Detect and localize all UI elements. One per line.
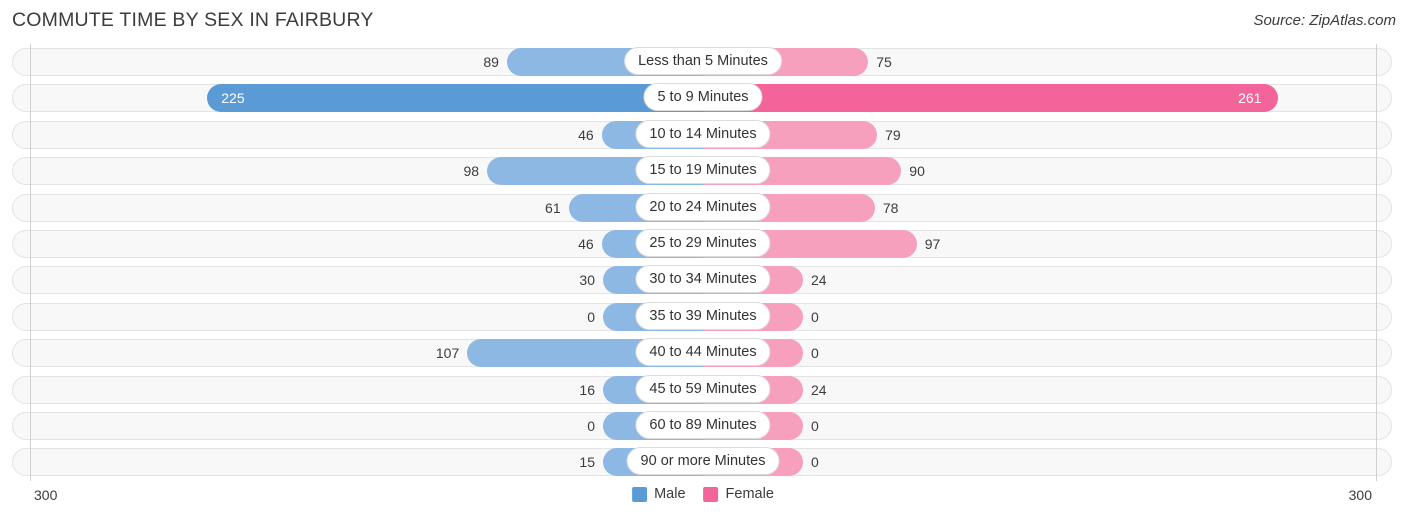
table-row: 30 24 30 to 34 Minutes	[0, 262, 1406, 298]
bar-value-male: 16	[579, 381, 595, 398]
bar-value-male: 46	[578, 235, 594, 252]
category-label: 5 to 9 Minutes	[643, 83, 763, 112]
bar-value-male: 0	[587, 308, 595, 325]
table-row: 98 90 15 to 19 Minutes	[0, 153, 1406, 189]
table-row: 225 261 5 to 9 Minutes	[0, 80, 1406, 116]
legend-swatch-male-icon	[632, 486, 648, 502]
chart-plot-area: 89 75 Less than 5 Minutes 225 261 5 to 9 Minu…	[0, 44, 1406, 481]
category-label: 20 to 24 Minutes	[635, 192, 771, 221]
category-label: 10 to 14 Minutes	[635, 119, 771, 148]
table-row: 107 0 40 to 44 Minutes	[0, 335, 1406, 371]
bar-value-female: 0	[811, 454, 819, 471]
bar-value-female: 79	[885, 126, 901, 143]
bar-value-female: 0	[811, 345, 819, 362]
chart-footer: 300 Male Female 300	[0, 481, 1406, 523]
table-row: 16 24 45 to 59 Minutes	[0, 372, 1406, 408]
bar-value-female: 24	[811, 381, 827, 398]
category-label: 45 to 59 Minutes	[635, 374, 771, 403]
bar-female[interactable]	[703, 84, 1279, 113]
category-label: 15 to 19 Minutes	[635, 156, 771, 185]
bar-value-female: 0	[811, 417, 819, 434]
bar-value-male: 98	[463, 163, 480, 180]
category-label: Less than 5 Minutes	[624, 47, 782, 75]
bar-value-male: 30	[579, 272, 595, 289]
bar-value-male: 46	[578, 126, 594, 143]
axis-line-left	[30, 44, 31, 481]
bar-value-female: 90	[909, 163, 925, 180]
table-row: 61 78 20 to 24 Minutes	[0, 190, 1406, 226]
legend-label-male: Male	[654, 486, 686, 502]
bar-value-male: 89	[483, 54, 499, 70]
chart-legend: Male Female	[632, 486, 774, 502]
source-attribution: Source: ZipAtlas.com	[1253, 12, 1396, 29]
table-row: 15 0 90 or more Minutes	[0, 444, 1406, 480]
table-row: 89 75 Less than 5 Minutes	[0, 44, 1406, 80]
bar-value-female: 75	[876, 54, 892, 70]
category-label: 25 to 29 Minutes	[635, 228, 771, 257]
bar-value-female: 24	[811, 272, 827, 289]
bar-value-male: 0	[587, 417, 595, 434]
chart-header: COMMUTE TIME BY SEX IN FAIRBURY Source: …	[0, 0, 1406, 44]
legend-label-female: Female	[725, 486, 774, 502]
table-row: 46 79 10 to 14 Minutes	[0, 117, 1406, 153]
bar-value-male: 15	[579, 454, 595, 471]
legend-item-female[interactable]: Female	[703, 486, 774, 502]
axis-label-right: 300	[1348, 487, 1372, 503]
category-label: 90 or more Minutes	[626, 447, 780, 476]
table-row: 0 0 35 to 39 Minutes	[0, 299, 1406, 335]
category-label: 60 to 89 Minutes	[635, 410, 771, 439]
axis-label-left: 300	[34, 487, 58, 503]
table-row: 0 0 60 to 89 Minutes	[0, 408, 1406, 444]
legend-item-male[interactable]: Male	[632, 486, 686, 502]
legend-swatch-female-icon	[703, 486, 719, 502]
bar-rows-container: 89 75 Less than 5 Minutes 225 261 5 to 9 Minu…	[0, 44, 1406, 481]
table-row: 46 97 25 to 29 Minutes	[0, 226, 1406, 262]
bar-value-female: 261	[1238, 90, 1262, 107]
bar-value-male: 225	[221, 90, 245, 107]
bar-value-female: 0	[811, 308, 819, 325]
page-title: COMMUTE TIME BY SEX IN FAIRBURY	[12, 9, 374, 31]
bar-value-male: 61	[545, 199, 561, 216]
category-label: 40 to 44 Minutes	[635, 338, 771, 367]
category-label: 35 to 39 Minutes	[635, 301, 771, 330]
category-label: 30 to 34 Minutes	[635, 265, 771, 294]
bar-value-male: 107	[435, 345, 460, 362]
bar-value-female: 78	[882, 199, 899, 216]
bar-male[interactable]	[207, 84, 703, 113]
bar-value-female: 97	[924, 235, 941, 252]
axis-line-right	[1376, 44, 1377, 481]
